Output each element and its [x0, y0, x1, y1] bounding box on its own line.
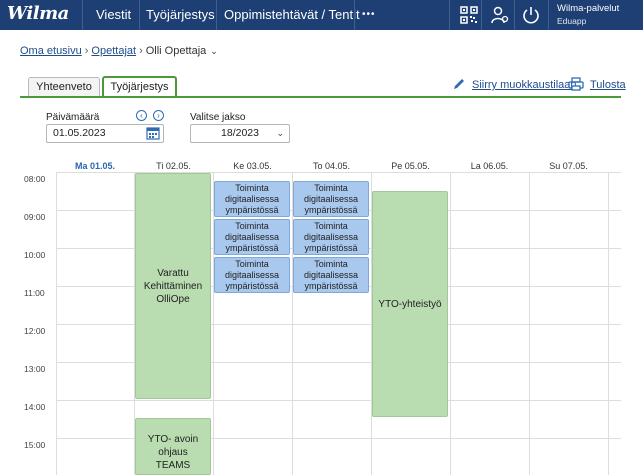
period-label: Valitse jakso [190, 112, 246, 123]
grid-column-line [213, 172, 214, 475]
hour-label: 08:00 [24, 174, 46, 184]
grid-column-line [529, 172, 530, 475]
schedule-grid: 08:00 09:00 10:00 11:00 12:00 13:00 14:0… [20, 172, 621, 475]
calendar-event[interactable]: Toiminta digitaalisessa ympäristössä [214, 257, 290, 293]
hour-label: 09:00 [24, 212, 46, 222]
qr-code-icon[interactable] [459, 5, 479, 25]
period-select-value: 18/2023 [221, 127, 259, 139]
breadcrumb: Oma etusivu › Opettajat › Olli Opettaja ⌄ [20, 45, 218, 57]
top-navigation-bar: Wilma Viestit Työjärjestys Oppimistehtäv… [0, 0, 643, 30]
user-info[interactable]: Wilma-palvelut Eduapp [557, 3, 619, 27]
breadcrumb-teachers-link[interactable]: Opettajat [91, 45, 136, 57]
pencil-icon[interactable] [452, 77, 466, 91]
calendar-event[interactable]: Toiminta digitaalisessa ympäristössä [293, 181, 369, 217]
nav-separator [139, 0, 140, 30]
event-title: Toiminta digitaalisessa ympäristössä [303, 258, 359, 291]
breadcrumb-home-link[interactable]: Oma etusivu [20, 45, 82, 57]
nav-item-schedule[interactable]: Työjärjestys [146, 0, 215, 30]
breadcrumb-separator-icon: › [84, 45, 89, 57]
grid-column-line [450, 172, 451, 475]
edit-mode-link[interactable]: Siirry muokkaustilaan [472, 79, 577, 91]
period-select[interactable]: 18/2023 ⌄ [190, 124, 290, 143]
hour-label: 12:00 [24, 326, 46, 336]
calendar-event[interactable]: Toiminta digitaalisessa ympäristössä [214, 219, 290, 255]
tab-underline [20, 96, 621, 98]
event-title: Toiminta digitaalisessa ympäristössä [224, 258, 280, 291]
calendar-event[interactable]: Varattu Kehittäminen OlliOpe [135, 173, 211, 399]
power-icon[interactable] [521, 5, 541, 25]
event-title: YTO-yhteistyö [378, 298, 442, 310]
calendar-event[interactable]: YTO- avoin ohjaus TEAMS [135, 418, 211, 475]
nav-separator [514, 0, 515, 30]
nav-separator [82, 0, 83, 30]
hour-label: 14:00 [24, 402, 46, 412]
date-label: Päivämäärä [46, 112, 100, 123]
nav-separator [481, 0, 482, 30]
hour-label: 11:00 [24, 288, 45, 298]
nav-separator [216, 0, 217, 30]
nav-item-assignments[interactable]: Oppimistehtävät / Tentit [224, 0, 360, 30]
calendar-event[interactable]: YTO-yhteistyö [372, 191, 448, 417]
hour-label: 15:00 [24, 440, 46, 450]
print-link[interactable]: Tulosta [590, 79, 626, 91]
grid-column-line [292, 172, 293, 475]
day-header-wednesday: Ke 03.05. [233, 161, 272, 171]
event-title: Toiminta digitaalisessa ympäristössä [224, 182, 280, 215]
printer-icon[interactable] [568, 77, 584, 91]
day-header-thursday: To 04.05. [312, 161, 351, 171]
tab-overview[interactable]: Yhteenveto [28, 77, 100, 97]
calendar-event[interactable]: Toiminta digitaalisessa ympäristössä [293, 219, 369, 255]
user-organization: Eduapp [557, 16, 587, 26]
event-title: Toiminta digitaalisessa ympäristössä [224, 220, 280, 253]
event-title: Varattu Kehittäminen OlliOpe [143, 267, 203, 305]
nav-item-messages[interactable]: Viestit [96, 0, 131, 30]
more-menu-button[interactable]: ••• [362, 0, 376, 30]
next-week-button[interactable]: › [153, 110, 164, 121]
wilma-logo[interactable]: Wilma [7, 3, 69, 24]
grid-line [56, 400, 621, 401]
grid-column-line [56, 172, 57, 475]
day-header-friday: Pe 05.05. [391, 161, 430, 171]
calendar-event[interactable]: Toiminta digitaalisessa ympäristössä [214, 181, 290, 217]
hour-label: 13:00 [24, 364, 46, 374]
breadcrumb-current[interactable]: Olli Opettaja [146, 45, 207, 57]
user-service-title: Wilma-palvelut [557, 3, 620, 14]
event-title: Toiminta digitaalisessa ympäristössä [303, 182, 359, 215]
user-settings-icon[interactable] [490, 5, 510, 25]
tab-schedule[interactable]: Työjärjestys [102, 76, 177, 97]
previous-week-button[interactable]: ‹ [136, 110, 147, 121]
nav-separator [354, 0, 355, 30]
nav-separator [548, 0, 549, 30]
day-header-saturday: La 06.05. [470, 161, 509, 171]
breadcrumb-separator-icon: › [139, 45, 143, 57]
nav-separator [449, 0, 450, 30]
event-title: YTO- avoin ohjaus TEAMS [147, 434, 199, 471]
day-header-tuesday: Ti 02.05. [156, 161, 191, 171]
hour-label: 10:00 [24, 250, 46, 260]
event-title: Toiminta digitaalisessa ympäristössä [303, 220, 359, 253]
chevron-down-icon[interactable]: ⌄ [210, 46, 218, 56]
calendar-icon[interactable] [146, 126, 160, 140]
grid-column-line [608, 172, 609, 475]
day-header-sunday: Su 07.05. [549, 161, 588, 171]
calendar-event[interactable]: Toiminta digitaalisessa ympäristössä [293, 257, 369, 293]
chevron-down-icon: ⌄ [276, 128, 284, 138]
day-header-monday: Ma 01.05. [74, 161, 116, 171]
